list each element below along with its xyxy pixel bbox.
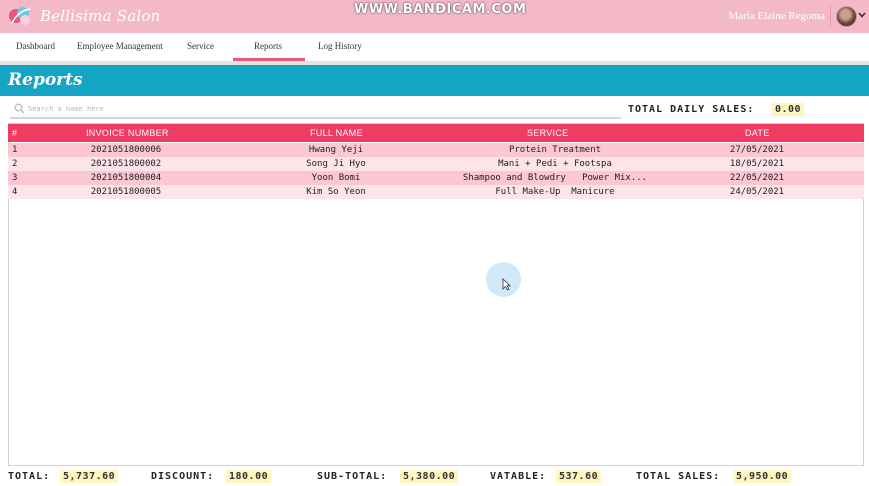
nav-item-service[interactable]: Service [187,41,214,51]
cell-number: 4 [12,187,18,197]
cell-full-name: Song Ji Hyo [306,159,366,169]
cell-invoice-number: 2021051800006 [90,145,162,155]
total-label: TOTAL: [8,471,51,482]
vatable-value: 537.60 [556,470,602,483]
cell-full-name: Hwang Yeji [308,145,364,155]
search-input[interactable] [28,101,618,116]
search-underline [10,117,621,119]
app-header: Bellisima Salon WWW.BANDICAM.COM Maria E… [0,0,869,33]
total-daily-sales-value: 0.00 [772,103,805,116]
cell-full-name: Kim So Yeon [306,187,366,197]
total-value: 5,737.60 [60,470,119,483]
page-title: Reports [8,70,83,90]
cell-service: Mani + Pedi + Footspa [498,159,612,169]
vatable-label: VATABLE: [490,471,547,482]
nav-item-employee-management[interactable]: Employee Management [77,41,163,51]
nav-item-reports[interactable]: Reports [254,41,282,51]
recording-watermark: WWW.BANDICAM.COM [354,2,527,17]
cell-invoice-number: 2021051800002 [90,159,162,169]
discount-value: 180.00 [226,470,272,483]
salon-logo-icon [9,7,31,25]
total-daily-sales-label: TOTAL DAILY SALES: [628,104,755,115]
column-header-full-name[interactable]: FULL NAME [310,128,363,138]
table-row[interactable]: 3 2021051800004 Yoon Bomi Shampoo and Bl… [8,171,864,185]
search-icon [14,103,25,114]
sub-total-label: SUB-TOTAL: [317,471,388,482]
avatar[interactable] [836,6,857,27]
table-row[interactable]: 2 2021051800002 Song Ji Hyo Mani + Pedi … [8,157,864,171]
user-divider [830,6,831,26]
nav-item-log-history[interactable]: Log History [318,41,362,51]
column-header-date[interactable]: DATE [745,128,770,138]
column-header-invoice-number[interactable]: INVOICE NUMBER [86,128,169,138]
cell-number: 3 [12,173,18,183]
discount-label: DISCOUNT: [151,471,215,482]
cell-number: 2 [12,159,18,169]
cell-full-name: Yoon Bomi [311,173,361,183]
column-header-service[interactable]: SERVICE [527,128,568,138]
cell-date: 18/05/2021 [729,159,785,169]
nav-item-dashboard[interactable]: Dashboard [16,41,55,51]
total-sales-label: TOTAL SALES: [636,471,721,482]
cell-service: Protein Treatment [508,145,602,155]
table-row[interactable]: 1 2021051800006 Hwang Yeji Protein Treat… [8,143,864,157]
cell-date: 24/05/2021 [729,187,785,197]
cell-invoice-number: 2021051800004 [90,173,162,183]
cell-date: 27/05/2021 [729,145,785,155]
cell-invoice-number: 2021051800005 [90,187,162,197]
cell-number: 1 [12,145,18,155]
total-sales-value: 5,950.00 [733,470,792,483]
main-nav: Dashboard Employee Management Service Re… [0,33,869,61]
column-header-number[interactable]: # [12,128,17,138]
brand-name: Bellisima Salon [40,7,161,25]
cell-service: Full Make-Up Manicure [495,187,615,197]
mouse-pointer-icon [502,278,511,291]
cell-service: Shampoo and Blowdry Power Mix... [462,173,648,183]
page-banner: Reports [0,65,869,96]
table-row[interactable]: 4 2021051800005 Kim So Yeon Full Make-Up… [8,185,864,199]
table-header: # INVOICE NUMBER FULL NAME SERVICE DATE [8,124,864,142]
user-name[interactable]: Maria Elaine Regoma [728,10,825,22]
chevron-down-icon[interactable] [857,10,867,20]
sub-total-value: 5,380.00 [400,470,459,483]
cell-date: 22/05/2021 [729,173,785,183]
